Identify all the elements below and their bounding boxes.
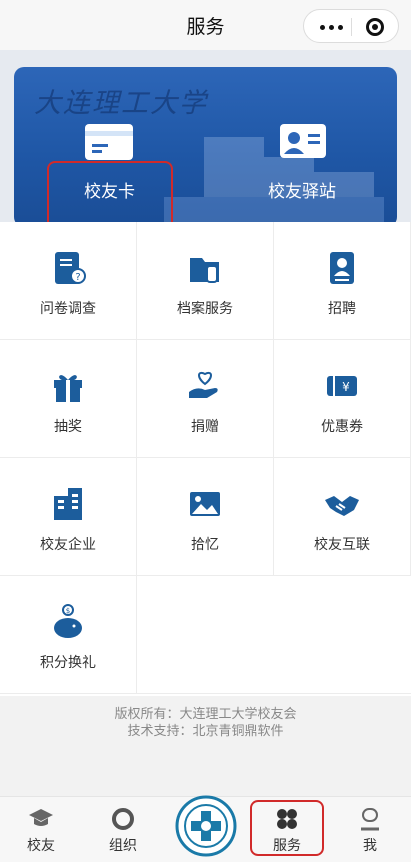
graduation-cap-icon: [29, 809, 53, 826]
service-item-archive[interactable]: 档案服务: [137, 222, 274, 340]
tab-label: 校友: [27, 838, 55, 854]
service-item-questionnaire[interactable]: ? 问卷调查: [0, 222, 137, 340]
empty-cell: [137, 576, 411, 694]
campus-building-graphic: [164, 137, 384, 222]
university-calligraphy: 大连理工大学: [34, 88, 208, 119]
tab-alumni[interactable]: 校友: [10, 797, 72, 862]
resume-icon: [330, 252, 354, 284]
gift-icon: [54, 375, 82, 402]
coupon-icon: ¥: [327, 376, 357, 396]
building-icon: [54, 488, 82, 520]
alumni-station-label: 校友驿站: [268, 182, 336, 202]
folder-hand-icon: [190, 258, 219, 283]
service-grid: ? 问卷调查 档案服务 招聘 抽奖 捐赠 ¥ 优惠券 校友企业 拾忆 校友互联 …: [0, 222, 411, 696]
capsule-divider: [351, 18, 352, 36]
service-label: 档案服务: [177, 301, 233, 317]
ring-icon: [112, 808, 134, 830]
service-item-coupon[interactable]: ¥ 优惠券: [274, 340, 411, 458]
alumni-card-highlight-frame: [47, 161, 173, 222]
tab-university-home[interactable]: [172, 795, 238, 862]
more-icon[interactable]: [320, 25, 344, 30]
bottom-tab-bar: 校友 组织 服务 我: [0, 795, 411, 862]
tab-label: 组织: [109, 838, 137, 854]
services-tab-highlight-frame: [250, 800, 324, 856]
card-icon: [85, 124, 133, 160]
service-label: 招聘: [328, 301, 356, 317]
service-item-lottery[interactable]: 抽奖: [0, 340, 137, 458]
service-label: 校友企业: [40, 537, 96, 553]
person-icon: [361, 808, 379, 831]
top-navigation-bar: 服务: [0, 0, 411, 50]
service-label: 问卷调查: [40, 301, 96, 317]
service-label: 捐赠: [191, 419, 219, 435]
tab-label: 我: [363, 838, 377, 854]
service-label: 积分换礼: [40, 655, 96, 671]
handshake-icon: [325, 496, 359, 516]
service-label: 校友互联: [314, 537, 370, 553]
mini-program-capsule[interactable]: [303, 9, 399, 43]
svg-text:¥: ¥: [342, 380, 350, 394]
service-item-enterprise[interactable]: 校友企业: [0, 458, 137, 576]
university-banner: 大连理工大学 校友卡 校友驿站: [0, 50, 411, 222]
svg-text:?: ?: [75, 272, 80, 283]
photo-icon: [190, 492, 220, 516]
close-target-icon[interactable]: [366, 18, 384, 36]
service-label: 优惠券: [321, 419, 363, 435]
tech-support-text: 技术支持：北京青铜鼎软件: [127, 724, 284, 739]
tab-me[interactable]: 我: [340, 797, 400, 862]
service-item-recruit[interactable]: 招聘: [274, 222, 411, 340]
questionnaire-icon: ?: [55, 252, 86, 284]
university-seal-icon: [175, 795, 237, 857]
service-item-alumni-connect[interactable]: 校友互联: [274, 458, 411, 576]
service-label: 拾忆: [191, 537, 219, 553]
svg-text:$: $: [66, 607, 70, 615]
service-label: 抽奖: [54, 419, 82, 435]
piggy-bank-icon: $: [54, 604, 82, 638]
service-item-donate[interactable]: 捐赠: [137, 340, 274, 458]
service-item-points-exchange[interactable]: $ 积分换礼: [0, 576, 137, 694]
footer: 版权所有：大连理工大学校友会 技术支持：北京青铜鼎软件: [0, 696, 411, 796]
id-badge-icon: [280, 124, 326, 158]
heart-hand-icon: [189, 372, 218, 398]
copyright-text: 版权所有：大连理工大学校友会: [114, 707, 297, 722]
service-item-memory[interactable]: 拾忆: [137, 458, 274, 576]
tab-organization[interactable]: 组织: [92, 797, 154, 862]
